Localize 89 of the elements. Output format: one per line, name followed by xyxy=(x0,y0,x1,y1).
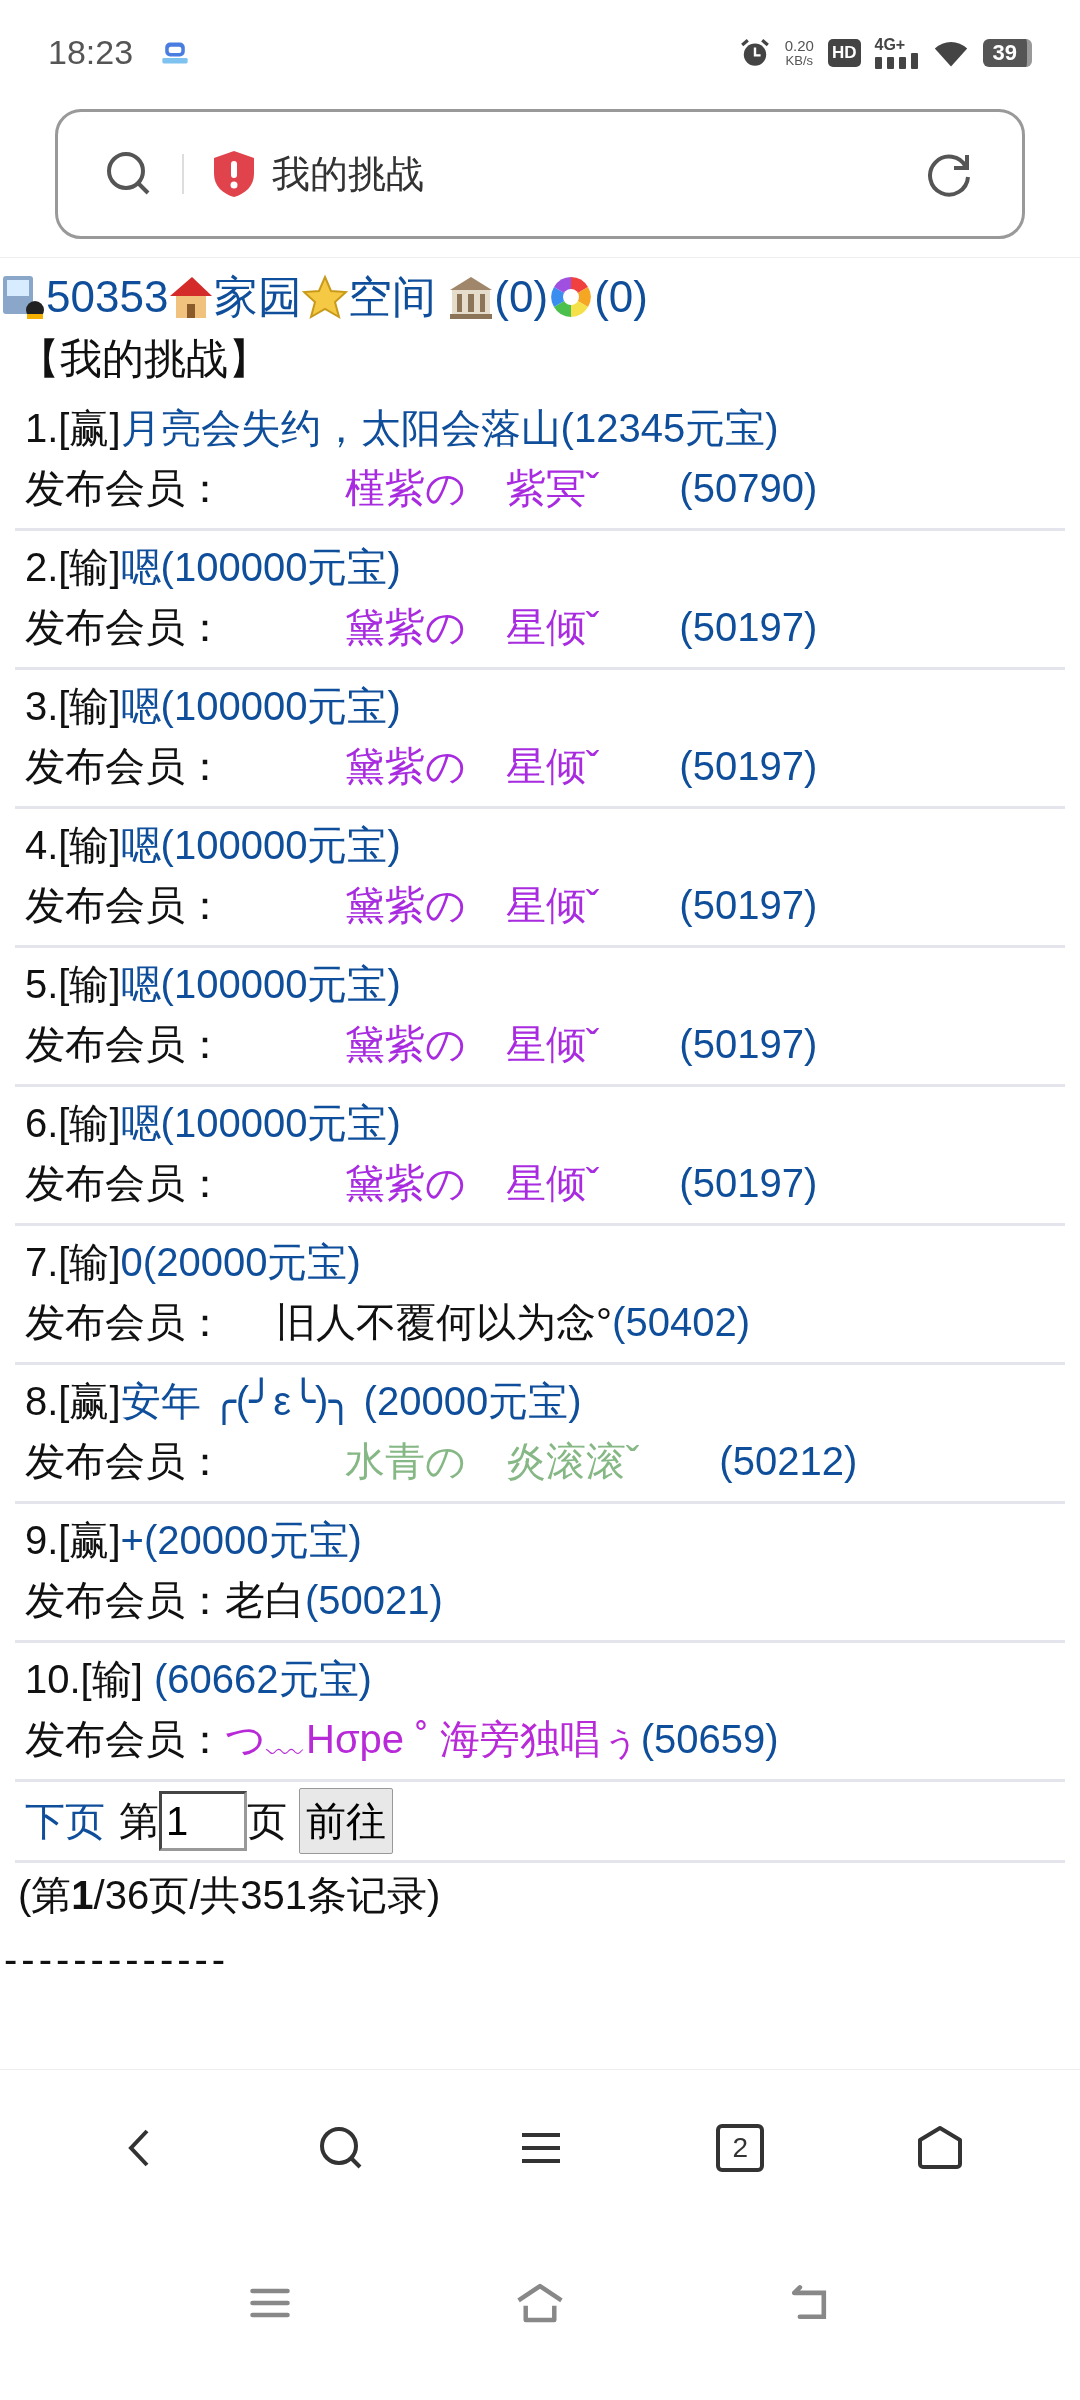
member-label: 发布会员： xyxy=(25,605,225,649)
page-prefix: 第 xyxy=(119,1798,159,1845)
item-number: 1. xyxy=(25,406,59,450)
member-name: 槿紫の 紫冥ˇ xyxy=(344,466,601,510)
address-bar[interactable]: 我的挑战 xyxy=(55,109,1025,239)
member-name: 水青の 炎滚滚ˇ xyxy=(344,1439,641,1483)
member-id-link[interactable]: (50790) xyxy=(679,466,818,510)
page-title: 我的挑战 xyxy=(272,151,425,197)
member-label: 发布会员： xyxy=(25,466,225,510)
result-tag: [赢] xyxy=(58,1518,121,1562)
result-tag: [输] xyxy=(58,1240,121,1284)
member-name: 黛紫の 星倾ˇ xyxy=(344,744,601,788)
result-tag: [输] xyxy=(80,1657,143,1701)
challenge-link[interactable]: 嗯(100000元宝) xyxy=(120,545,401,589)
member-label: 发布会员： xyxy=(25,1578,225,1622)
challenge-link[interactable]: 嗯(100000元宝) xyxy=(120,684,401,728)
network-speed: 0.20 xyxy=(784,37,814,53)
building-icon xyxy=(448,274,495,320)
home-link[interactable]: 家园 xyxy=(214,268,303,326)
member-name: 黛紫の 星倾ˇ xyxy=(344,883,601,927)
result-tag: [赢] xyxy=(58,1379,121,1423)
item-number: 10. xyxy=(25,1657,81,1701)
member-name: 旧人不覆何以为念° xyxy=(275,1300,613,1344)
hd-badge: HD xyxy=(827,38,861,67)
member-label: 发布会员： xyxy=(25,883,225,927)
challenge-link[interactable]: 嗯(100000元宝) xyxy=(120,962,401,1006)
result-tag: [赢] xyxy=(58,406,121,450)
dashed-divider: ------------- xyxy=(3,1936,231,1983)
battery-icon: 39 xyxy=(982,38,1032,67)
member-id-link[interactable]: (50659) xyxy=(640,1717,779,1761)
item-number: 8. xyxy=(25,1379,59,1423)
result-tag: [输] xyxy=(58,823,121,867)
page-summary: (第1/36页/共351条记录) xyxy=(17,1872,442,1919)
item-number: 4. xyxy=(25,823,59,867)
result-tag: [输] xyxy=(58,962,121,1006)
member-label: 发布会员： xyxy=(25,1717,225,1761)
count-link[interactable]: (0) xyxy=(594,268,648,326)
page-suffix: 页 xyxy=(247,1798,287,1845)
item-number: 5. xyxy=(25,962,59,1006)
tab-count-button[interactable]: 2 xyxy=(716,2123,765,2172)
shield-warning-icon xyxy=(212,149,256,199)
robot-icon xyxy=(161,40,190,65)
member-id-link[interactable]: (50197) xyxy=(679,1022,818,1066)
challenge-link[interactable]: 嗯(100000元宝) xyxy=(120,823,401,867)
space-link[interactable]: 空间 xyxy=(348,268,437,326)
member-name: 老白 xyxy=(225,1578,305,1622)
item-number: 3. xyxy=(25,684,59,728)
star-icon xyxy=(302,274,349,320)
member-id-link[interactable]: (50402) xyxy=(612,1300,750,1344)
member-id-link[interactable]: (50197) xyxy=(679,1161,818,1205)
user-id-link[interactable]: 50353 xyxy=(46,268,169,326)
challenge-link[interactable]: (60662元宝) xyxy=(142,1657,372,1701)
network-type: 4G+ xyxy=(874,36,906,53)
challenge-link[interactable]: 月亮会失约，太阳会落山(12345元宝) xyxy=(120,406,779,450)
alarm-icon xyxy=(738,36,771,69)
challenge-link[interactable]: 嗯(100000元宝) xyxy=(120,1101,401,1145)
item-number: 6. xyxy=(25,1101,59,1145)
member-label: 发布会员： xyxy=(25,744,225,788)
clock-time: 18:23 xyxy=(48,33,134,72)
member-label: 发布会员： xyxy=(25,1161,225,1205)
item-number: 7. xyxy=(25,1240,59,1284)
next-page-link[interactable]: 下页 xyxy=(25,1789,105,1853)
member-label: 发布会员： xyxy=(25,1439,225,1483)
member-id-link[interactable]: (50212) xyxy=(719,1439,858,1483)
member-label: 发布会员： xyxy=(25,1022,225,1066)
result-tag: [输] xyxy=(58,1101,121,1145)
member-id-link[interactable]: (50197) xyxy=(679,605,818,649)
signal-icon xyxy=(874,52,919,69)
member-id-link[interactable]: (50197) xyxy=(679,744,818,788)
challenge-link[interactable]: 0(20000元宝) xyxy=(120,1240,361,1284)
result-tag: [输] xyxy=(58,545,121,589)
section-heading: 【我的挑战】 xyxy=(17,334,271,384)
member-name: 黛紫の 星倾ˇ xyxy=(344,1161,601,1205)
member-id-link[interactable]: (50197) xyxy=(679,883,818,927)
go-button[interactable]: 前往 xyxy=(299,1788,393,1854)
member-id-link[interactable]: (50021) xyxy=(305,1578,443,1622)
member-name: 黛紫の 星倾ˇ xyxy=(344,1022,601,1066)
member-name: つ﹏Hσpe ˚ 海旁独唱ぅ xyxy=(225,1717,641,1761)
computer-icon xyxy=(0,274,46,320)
challenge-link[interactable]: +(20000元宝) xyxy=(120,1518,362,1562)
result-tag: [输] xyxy=(58,684,121,728)
count-link[interactable]: (0) xyxy=(494,268,549,326)
speed-unit: KB/s xyxy=(785,52,814,68)
item-number: 2. xyxy=(25,545,59,589)
item-number: 9. xyxy=(25,1518,59,1562)
challenge-link[interactable]: 安年 ╭(╯ε╰)╮ (20000元宝) xyxy=(120,1379,582,1423)
member-label: 发布会员： xyxy=(25,1300,225,1344)
member-name: 黛紫の 星倾ˇ xyxy=(344,605,601,649)
page-input[interactable]: 1 xyxy=(159,1791,247,1851)
